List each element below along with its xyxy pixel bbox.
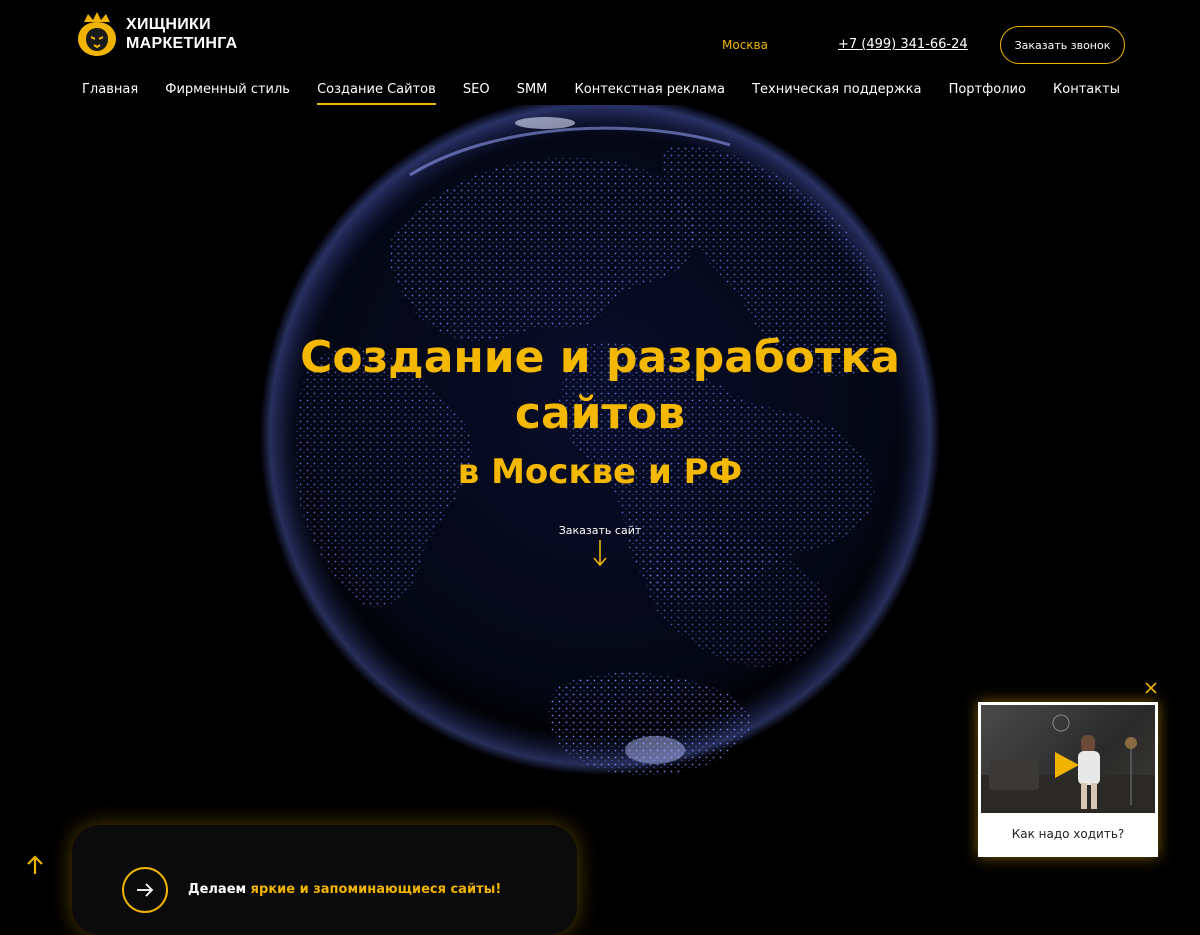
close-icon[interactable] <box>1142 679 1160 697</box>
city-selector[interactable]: Москва <box>722 38 768 52</box>
logo-line2: МАРКЕТИНГА <box>126 35 238 52</box>
hero-title-line2: сайтов <box>514 388 686 439</box>
phone-link[interactable]: +7 (499) 341-66-24 <box>838 37 968 52</box>
nav-item-tech-support[interactable]: Техническая поддержка <box>752 82 921 105</box>
order-site-label: Заказать сайт <box>558 524 642 537</box>
video-widget[interactable]: Как надо ходить? <box>978 702 1158 857</box>
order-site-link[interactable]: Заказать сайт <box>0 524 1200 567</box>
video-caption: Как надо ходить? <box>1011 827 1125 841</box>
logo-line1: ХИЩНИКИ <box>126 16 211 33</box>
nav-item-seo[interactable]: SEO <box>463 82 490 105</box>
lion-logo-icon <box>78 12 116 56</box>
feature-card-text-plain: Делаем <box>188 882 251 897</box>
hero: Создание и разработка сайтов в Москве и … <box>0 330 1200 496</box>
nav-item-smm[interactable]: SMM <box>517 82 548 105</box>
callback-button[interactable]: Заказать звонок <box>1000 26 1125 64</box>
hero-title: Создание и разработка сайтов <box>0 330 1200 442</box>
video-thumbnail <box>981 705 1155 813</box>
play-icon[interactable] <box>1053 750 1081 780</box>
hero-title-line1: Создание и разработка <box>300 332 900 383</box>
nav-item-context-ads[interactable]: Контекстная реклама <box>575 82 725 105</box>
hero-subtitle: в Москве и РФ <box>457 452 743 492</box>
nav-item-home[interactable]: Главная <box>82 82 138 105</box>
nav-item-websites[interactable]: Создание Сайтов <box>317 82 436 105</box>
arrow-right-icon <box>137 883 154 897</box>
nav-item-brand-style[interactable]: Фирменный стиль <box>165 82 290 105</box>
nav-item-portfolio[interactable]: Портфолио <box>949 82 1026 105</box>
logo-text: ХИЩНИКИ МАРКЕТИНГА <box>126 15 237 53</box>
feature-card: Делаем яркие и запоминающиеся сайты! <box>72 825 577 935</box>
arrow-up-icon[interactable] <box>24 854 46 876</box>
main-nav: Главная Фирменный стиль Создание Сайтов … <box>82 82 1120 105</box>
feature-card-text: Делаем яркие и запоминающиеся сайты! <box>188 882 501 897</box>
logo[interactable]: ХИЩНИКИ МАРКЕТИНГА <box>76 12 237 56</box>
nav-item-contacts[interactable]: Контакты <box>1053 82 1120 105</box>
feature-card-button[interactable] <box>122 867 168 913</box>
feature-card-text-highlight: яркие и запоминающиеся сайты! <box>250 882 502 897</box>
arrow-down-icon <box>593 540 607 567</box>
